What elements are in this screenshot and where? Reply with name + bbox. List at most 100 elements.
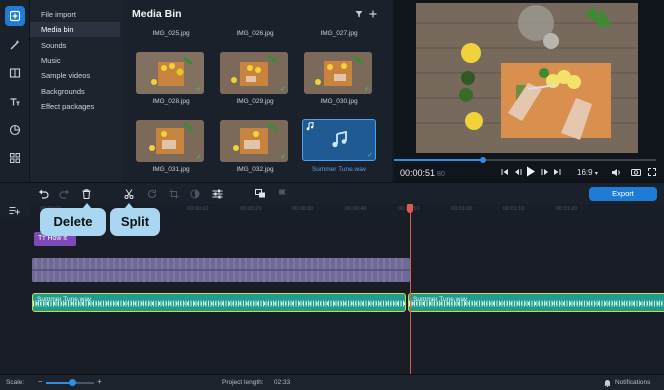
audio-clip[interactable]: Summer Tune.wav	[408, 293, 664, 312]
used-check-icon: ✓	[196, 86, 202, 93]
magic-tool-button[interactable]	[5, 35, 25, 55]
filter-button[interactable]	[354, 9, 363, 18]
media-file-name[interactable]: IMG_029.jpg	[217, 98, 293, 105]
media-thumbnail[interactable]: ✓	[220, 52, 288, 94]
video-clip[interactable]	[32, 258, 410, 282]
grid-icon	[10, 153, 20, 163]
playhead[interactable]	[405, 204, 415, 374]
playhead-line	[409, 212, 411, 374]
media-file-name[interactable]: IMG_028.jpg	[133, 98, 209, 105]
filters-icon	[9, 124, 21, 136]
skip-end-button[interactable]	[552, 167, 562, 177]
volume-button[interactable]	[610, 167, 621, 177]
flag-icon	[278, 189, 286, 199]
zoom-in-icon[interactable]: +	[97, 377, 102, 386]
bell-icon[interactable]	[604, 379, 611, 387]
chevron-down-icon: ▾	[594, 171, 598, 177]
undo-button[interactable]	[37, 188, 49, 200]
skip-start-button[interactable]	[500, 167, 510, 177]
cutting-board-image	[220, 52, 288, 94]
transitions-icon	[9, 68, 21, 78]
ruler-tick-label: 00:00:20	[240, 206, 262, 212]
menu-item-sounds[interactable]: Sounds	[30, 38, 120, 53]
menu-item-file-import[interactable]: File import	[30, 7, 120, 22]
delete-tooltip: Delete	[40, 208, 106, 236]
cutting-board-image	[136, 52, 204, 94]
tooltip-arrow	[82, 203, 92, 209]
overlay-icon	[254, 189, 265, 198]
tooltip-arrow	[124, 203, 134, 209]
media-thumbnail[interactable]: ✓	[136, 52, 204, 94]
scale-slider[interactable]	[46, 379, 94, 386]
filters-tool-button[interactable]	[5, 120, 25, 140]
notifications-link[interactable]: Notifications	[615, 379, 650, 386]
undo-icon	[38, 189, 49, 199]
menu-item-media-bin[interactable]: Media bin	[30, 22, 120, 37]
export-button[interactable]: Export	[589, 187, 657, 201]
media-file-name[interactable]: IMG_030.jpg	[301, 98, 377, 105]
fullscreen-icon	[648, 168, 656, 176]
menu-item-backgrounds[interactable]: Backgrounds	[30, 84, 120, 99]
transitions-tool-button[interactable]	[5, 63, 25, 83]
video-clip-frames	[32, 258, 410, 282]
media-file-name[interactable]: Summer Tune.wav	[301, 166, 377, 173]
fullscreen-button[interactable]	[647, 167, 657, 177]
zoom-out-icon[interactable]: −	[38, 377, 43, 386]
import-tool-button[interactable]	[5, 6, 25, 26]
media-thumbnail[interactable]: ✓	[136, 120, 204, 162]
media-file-name[interactable]: IMG_031.jpg	[133, 166, 209, 173]
cutting-board-image	[220, 120, 288, 162]
play-button[interactable]	[525, 165, 537, 178]
audio-clip-label: Summer Tune.wav	[37, 296, 92, 303]
ruler-tick-label: 00:01:00	[451, 206, 473, 212]
current-time: 00:00:51 80	[400, 168, 445, 178]
seek-bar[interactable]	[394, 157, 656, 163]
trash-icon	[82, 189, 90, 199]
more-tools-button[interactable]	[5, 148, 25, 168]
split-button[interactable]	[123, 188, 135, 200]
audio-clip-label: Summer Tune.wav	[413, 296, 468, 303]
scissors-icon	[124, 189, 134, 199]
crop-button[interactable]	[168, 188, 180, 200]
redo-button[interactable]	[58, 188, 70, 200]
tool-rail	[0, 0, 30, 182]
step-forward-button[interactable]	[540, 167, 550, 177]
media-file-name[interactable]: IMG_032.jpg	[217, 166, 293, 173]
menu-item-effect-packages[interactable]: Effect packages	[30, 99, 120, 114]
snapshot-button[interactable]	[630, 167, 641, 177]
color-adjust-button[interactable]	[189, 188, 201, 200]
title-clip-label: How it	[47, 235, 67, 242]
add-media-button[interactable]	[368, 9, 377, 18]
used-check-icon: ✓	[196, 154, 202, 161]
media-file-name[interactable]: IMG_026.jpg	[217, 30, 293, 37]
overlay-button[interactable]	[254, 188, 266, 200]
filter-icon	[355, 10, 362, 17]
add-track-icon	[9, 207, 20, 215]
media-thumbnail[interactable]: ✓	[220, 120, 288, 162]
audio-clip[interactable]: Summer Tune.wav	[32, 293, 406, 312]
media-thumbnail[interactable]: ✓	[304, 52, 372, 94]
audio-thumbnail-selected[interactable]: ✓	[302, 119, 376, 161]
camera-icon	[630, 169, 641, 176]
step-back-button[interactable]	[513, 167, 523, 177]
media-file-name[interactable]: IMG_025.jpg	[133, 30, 209, 37]
rotate-button[interactable]	[146, 188, 158, 200]
scale-slider-handle[interactable]	[69, 379, 76, 386]
menu-item-sample-videos[interactable]: Sample videos	[30, 68, 120, 83]
cooking-scene-image	[416, 3, 638, 153]
add-track-button[interactable]	[8, 205, 20, 216]
delete-button[interactable]	[80, 188, 92, 200]
seek-handle[interactable]	[480, 157, 487, 163]
seek-progress	[394, 159, 484, 161]
clip-properties-button[interactable]	[211, 188, 223, 200]
sliders-icon	[212, 189, 222, 199]
titles-tool-button[interactable]	[5, 92, 25, 112]
crop-icon	[169, 189, 179, 199]
media-file-name[interactable]: IMG_027.jpg	[301, 30, 377, 37]
magic-wand-icon	[10, 40, 20, 50]
menu-item-music[interactable]: Music	[30, 53, 120, 68]
skip-start-icon	[501, 169, 508, 175]
rotate-icon	[147, 189, 157, 199]
aspect-ratio-select[interactable]: 16:9 ▾	[577, 168, 598, 177]
marker-button[interactable]	[276, 188, 288, 200]
